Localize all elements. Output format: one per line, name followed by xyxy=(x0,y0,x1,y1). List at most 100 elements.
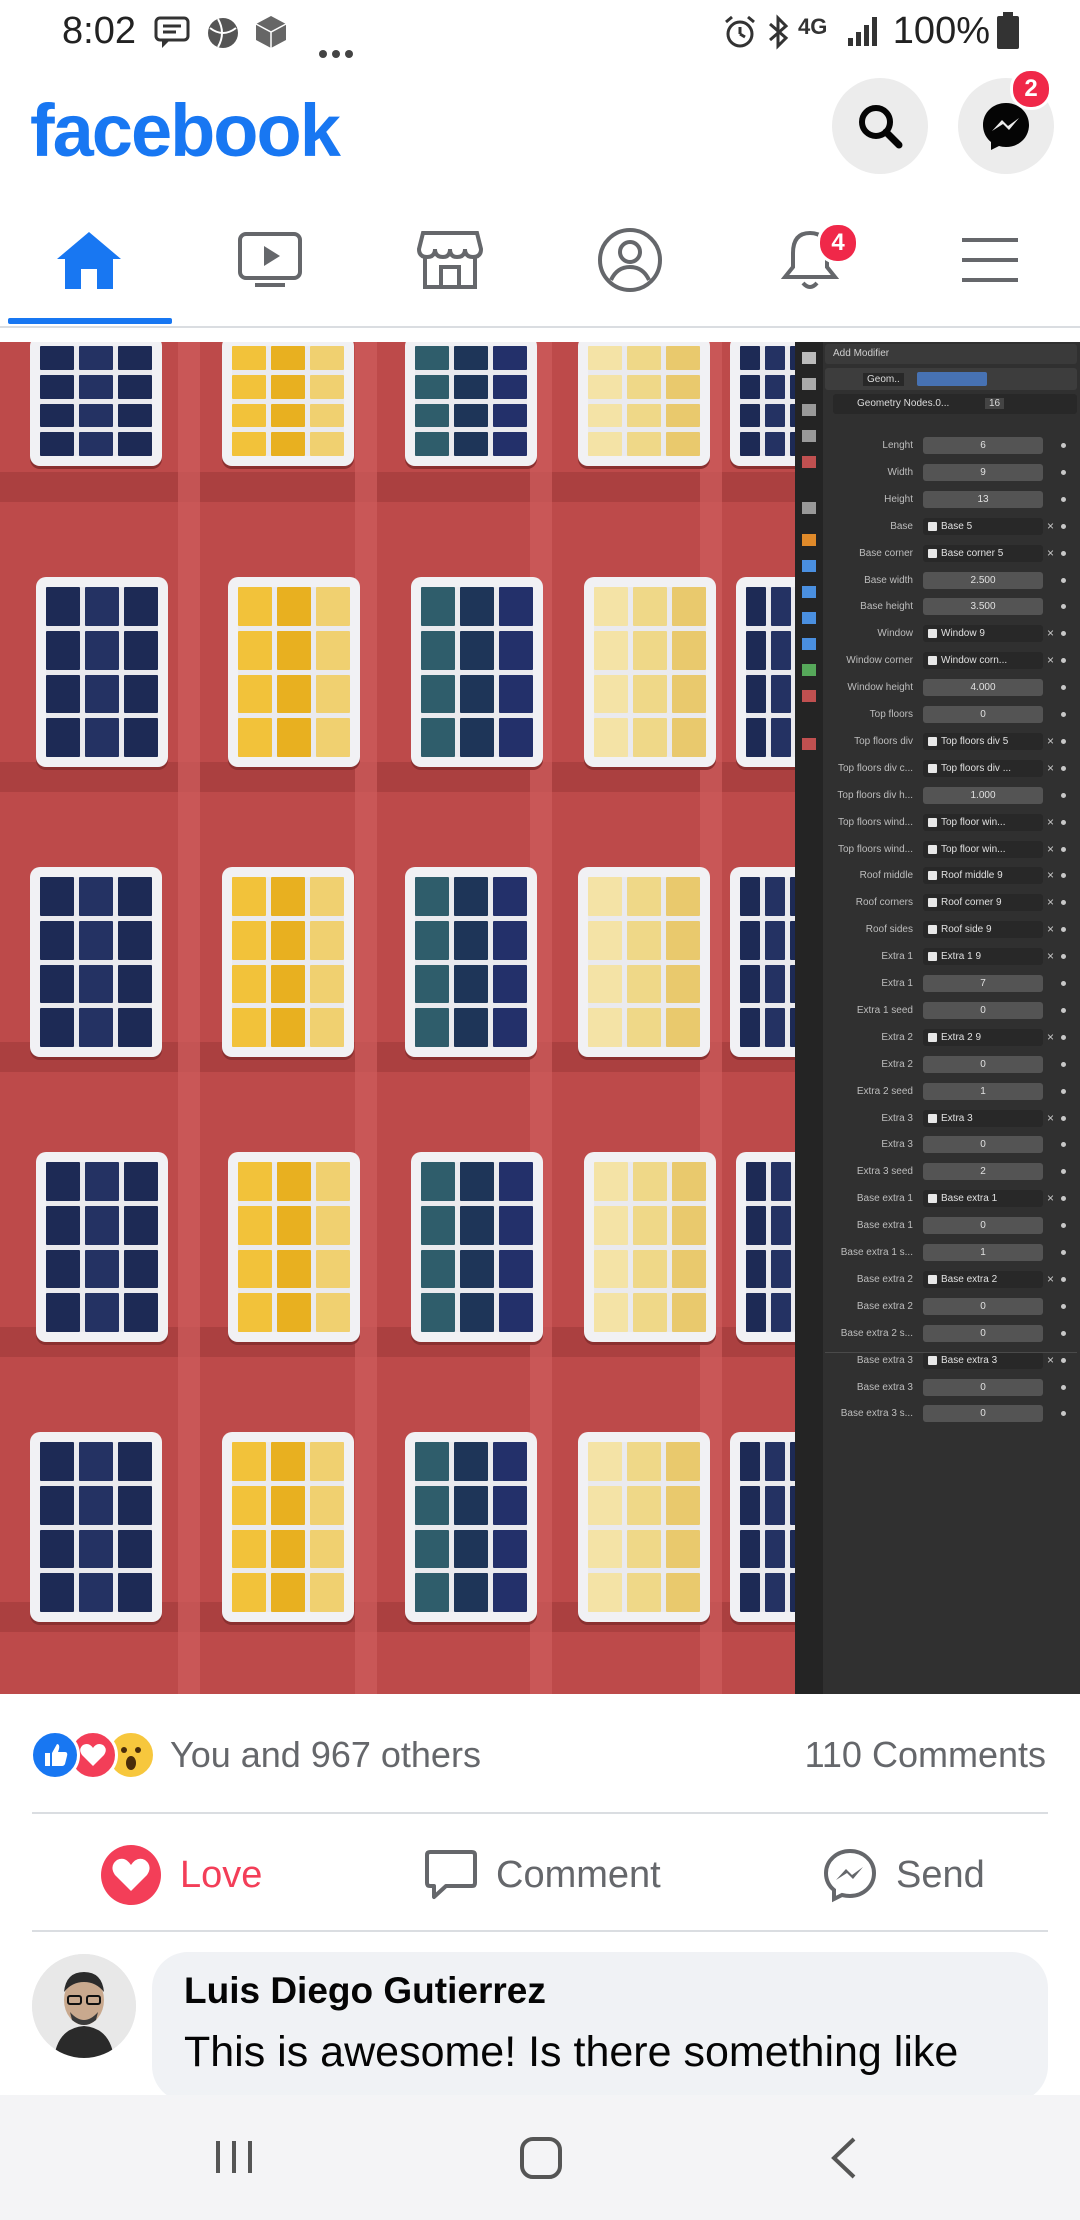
clear-icon[interactable]: × xyxy=(1047,1272,1054,1286)
object-field[interactable]: Base extra 1 xyxy=(923,1190,1043,1208)
keyframe-dot-icon[interactable] xyxy=(1061,927,1066,933)
number-field[interactable]: 6 xyxy=(923,437,1043,454)
keyframe-dot-icon[interactable] xyxy=(1061,1223,1066,1229)
love-button[interactable]: Love xyxy=(100,1840,262,1910)
number-field[interactable]: 0 xyxy=(923,1217,1043,1235)
modifier-header[interactable]: Geom.. xyxy=(825,368,1077,390)
clear-icon[interactable]: × xyxy=(1047,922,1054,936)
clear-icon[interactable]: × xyxy=(1047,734,1054,748)
object-field[interactable]: Extra 2 9 xyxy=(923,1028,1043,1046)
object-field[interactable]: Roof corner 9 xyxy=(923,894,1043,912)
object-field[interactable]: Extra 3 xyxy=(923,1109,1043,1127)
object-field[interactable]: Base extra 2 xyxy=(923,1270,1043,1288)
keyframe-dot-icon[interactable] xyxy=(1061,1088,1066,1094)
object-field[interactable]: Base extra 3 xyxy=(923,1351,1043,1369)
clear-icon[interactable]: × xyxy=(1047,1353,1054,1367)
keyframe-dot-icon[interactable] xyxy=(1061,604,1066,610)
keyframe-dot-icon[interactable] xyxy=(1061,1357,1066,1363)
keyframe-dot-icon[interactable] xyxy=(1061,1276,1066,1282)
clear-icon[interactable]: × xyxy=(1047,761,1054,775)
number-field[interactable]: 3.500 xyxy=(923,598,1043,616)
keyframe-dot-icon[interactable] xyxy=(1061,1330,1066,1336)
number-field[interactable]: 0 xyxy=(923,1055,1043,1073)
add-modifier-dropdown[interactable]: Add Modifier xyxy=(825,344,1077,364)
reaction-summary[interactable]: You and 967 others xyxy=(170,1734,481,1776)
keyframe-dot-icon[interactable] xyxy=(1061,1169,1066,1175)
keyframe-dot-icon[interactable] xyxy=(1061,685,1066,691)
number-field[interactable]: 1.000 xyxy=(923,786,1043,804)
clear-icon[interactable]: × xyxy=(1047,546,1054,560)
keyframe-dot-icon[interactable] xyxy=(1061,577,1066,583)
home-system-button[interactable] xyxy=(518,2135,564,2186)
keyframe-dot-icon[interactable] xyxy=(1061,1007,1066,1013)
number-field[interactable]: 2.500 xyxy=(923,571,1043,589)
object-field[interactable]: Window 9 xyxy=(923,625,1043,643)
keyframe-dot-icon[interactable] xyxy=(1061,712,1066,717)
number-field[interactable]: 0 xyxy=(923,1324,1043,1342)
tab-profile[interactable] xyxy=(555,200,705,320)
number-field[interactable]: 13 xyxy=(923,490,1043,508)
clear-icon[interactable]: × xyxy=(1047,1191,1054,1205)
number-field[interactable]: 1 xyxy=(923,1244,1043,1261)
search-button[interactable] xyxy=(832,78,928,174)
comment-bubble[interactable]: Luis Diego Gutierrez This is awesome! Is… xyxy=(152,1952,1048,2102)
tab-marketplace[interactable] xyxy=(375,200,525,320)
clear-icon[interactable]: × xyxy=(1047,815,1054,829)
number-field[interactable]: 7 xyxy=(923,975,1043,992)
number-field[interactable]: 0 xyxy=(923,706,1043,723)
keyframe-dot-icon[interactable] xyxy=(1061,443,1066,448)
comments-count[interactable]: 110 Comments xyxy=(805,1734,1046,1776)
tab-home[interactable] xyxy=(14,200,164,320)
keyframe-dot-icon[interactable] xyxy=(1061,765,1066,771)
object-field[interactable]: Extra 1 9 xyxy=(923,948,1043,966)
keyframe-dot-icon[interactable] xyxy=(1061,550,1066,556)
number-field[interactable]: 4.000 xyxy=(923,679,1043,697)
number-field[interactable]: 0 xyxy=(923,1136,1043,1154)
number-field[interactable]: 0 xyxy=(923,1405,1043,1423)
node-group-selector[interactable]: Geometry Nodes.0... 16 xyxy=(833,394,1077,414)
object-field[interactable]: Top floor win... xyxy=(923,840,1043,858)
clear-icon[interactable]: × xyxy=(1047,949,1054,963)
keyframe-dot-icon[interactable] xyxy=(1061,523,1066,529)
object-field[interactable]: Base corner 5 xyxy=(923,544,1043,562)
keyframe-dot-icon[interactable] xyxy=(1061,1250,1066,1255)
number-field[interactable]: 9 xyxy=(923,463,1043,481)
comment-author[interactable]: Luis Diego Gutierrez xyxy=(184,1970,546,2012)
number-field[interactable]: 0 xyxy=(923,1378,1043,1396)
post-video[interactable]: Add Modifier Geom.. Geometry Nodes.0... … xyxy=(0,342,1080,1694)
tab-menu[interactable] xyxy=(915,200,1065,320)
object-field[interactable]: Roof middle 9 xyxy=(923,867,1043,885)
keyframe-dot-icon[interactable] xyxy=(1061,631,1066,637)
clear-icon[interactable]: × xyxy=(1047,868,1054,882)
number-field[interactable]: 2 xyxy=(923,1163,1043,1181)
keyframe-dot-icon[interactable] xyxy=(1061,1303,1066,1309)
keyframe-dot-icon[interactable] xyxy=(1061,658,1066,664)
number-field[interactable]: 0 xyxy=(923,1001,1043,1019)
messenger-button[interactable]: 2 xyxy=(958,68,1054,174)
object-field[interactable]: Top floor win... xyxy=(923,813,1043,831)
keyframe-dot-icon[interactable] xyxy=(1061,900,1066,906)
clear-icon[interactable]: × xyxy=(1047,1111,1054,1125)
keyframe-dot-icon[interactable] xyxy=(1061,1115,1066,1121)
keyframe-dot-icon[interactable] xyxy=(1061,1034,1066,1040)
keyframe-dot-icon[interactable] xyxy=(1061,1411,1066,1417)
clear-icon[interactable]: × xyxy=(1047,1030,1054,1044)
keyframe-dot-icon[interactable] xyxy=(1061,1142,1066,1148)
clear-icon[interactable]: × xyxy=(1047,895,1054,909)
keyframe-dot-icon[interactable] xyxy=(1061,846,1066,852)
keyframe-dot-icon[interactable] xyxy=(1061,1384,1066,1390)
keyframe-dot-icon[interactable] xyxy=(1061,1196,1066,1202)
back-button[interactable] xyxy=(826,2135,862,2186)
object-field[interactable]: Top floors div ... xyxy=(923,759,1043,777)
recent-apps-button[interactable] xyxy=(210,2137,258,2182)
commenter-avatar[interactable] xyxy=(32,1954,136,2058)
object-field[interactable]: Base 5 xyxy=(923,517,1043,535)
comment-button[interactable]: Comment xyxy=(424,1840,661,1910)
number-field[interactable]: 0 xyxy=(923,1297,1043,1315)
keyframe-dot-icon[interactable] xyxy=(1061,981,1066,986)
send-button[interactable]: Send xyxy=(822,1840,985,1910)
keyframe-dot-icon[interactable] xyxy=(1061,954,1066,960)
reaction-icons[interactable] xyxy=(30,1726,170,1786)
number-field[interactable]: 1 xyxy=(923,1082,1043,1100)
clear-icon[interactable]: × xyxy=(1047,519,1054,533)
